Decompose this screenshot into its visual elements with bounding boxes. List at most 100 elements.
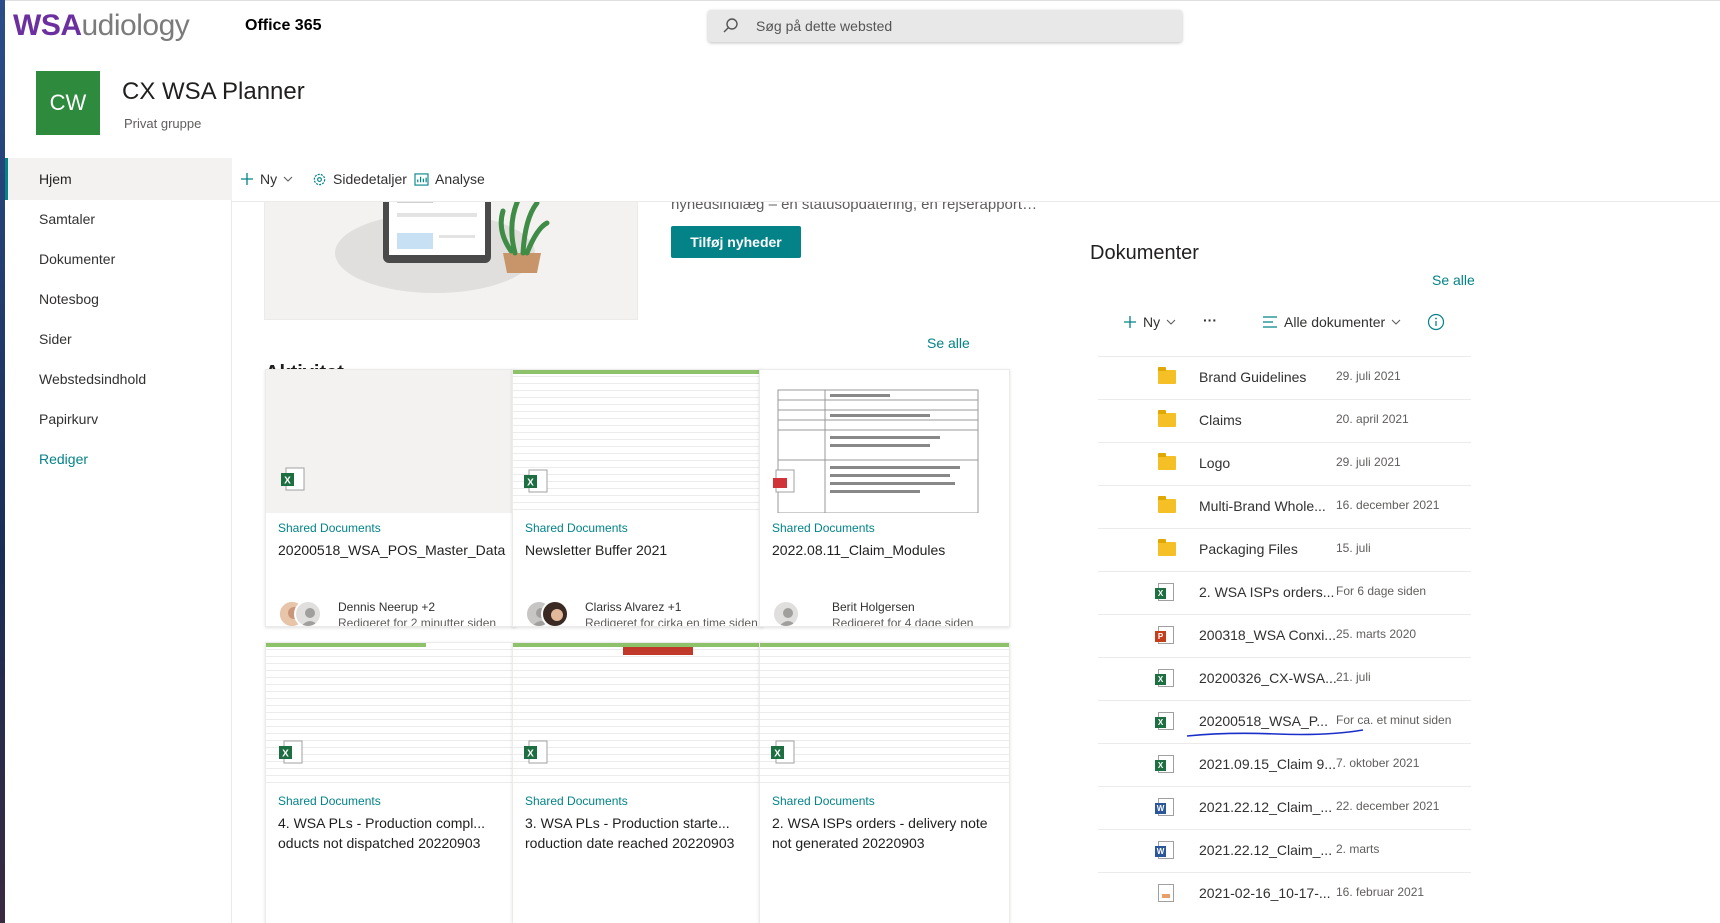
folder-icon — [1158, 453, 1176, 472]
chart-icon — [414, 172, 429, 186]
document-modified: 29. juli 2021 — [1336, 455, 1401, 469]
command-bar: Ny Sidedetaljer Analyse — [232, 158, 1720, 202]
document-row[interactable]: X 2021.09.15_Claim 9... 7. oktober 2021 — [1098, 743, 1471, 782]
view-selector-label: Alle dokumenter — [1284, 314, 1386, 330]
document-name[interactable]: 20200326_CX-WSA... — [1199, 670, 1337, 686]
site-title[interactable]: CX WSA Planner — [122, 78, 305, 106]
avatar — [772, 600, 800, 626]
page-details-button[interactable]: Sidedetaljer — [312, 171, 407, 187]
site-logo[interactable]: CW — [36, 71, 100, 135]
info-icon[interactable] — [1427, 313, 1445, 331]
document-name[interactable]: 2021.09.15_Claim 9... — [1199, 756, 1336, 772]
document-row[interactable]: W 2021.22.12_Claim_... 22. december 2021 — [1098, 786, 1471, 825]
document-name[interactable]: 2021.22.12_Claim_... — [1199, 799, 1332, 815]
activity-card[interactable]: X Shared Documents 20200518_WSA_POS_Mast… — [265, 369, 516, 627]
document-row[interactable]: W 2021.22.12_Claim_... 2. marts — [1098, 829, 1471, 868]
powerpoint-icon: P — [1155, 626, 1176, 644]
card-source[interactable]: Shared Documents — [525, 521, 628, 535]
document-name[interactable]: Brand Guidelines — [1199, 369, 1306, 385]
document-modified: 16. februar 2021 — [1336, 885, 1425, 899]
search-box[interactable]: Søg på dette websted — [708, 10, 1182, 42]
document-modified: 16. december 2021 — [1336, 498, 1440, 512]
document-name[interactable]: Packaging Files — [1199, 541, 1298, 557]
card-title[interactable]: Newsletter Buffer 2021 — [525, 542, 755, 558]
card-title[interactable]: 20200518_WSA_POS_Master_Data — [278, 542, 508, 558]
left-navigation: Hjem Samtaler Dokumenter Notesbog Sider … — [5, 158, 232, 923]
document-row[interactable]: 2021-02-16_10-17-... 16. februar 2021 — [1098, 872, 1471, 911]
more-options-button[interactable]: ··· — [1203, 312, 1217, 328]
document-name[interactable]: 200318_WSA Conxi... — [1199, 627, 1336, 643]
nav-item-recycle-bin[interactable]: Papirkurv — [5, 398, 232, 440]
add-news-button[interactable]: Tilføj nyheder — [671, 226, 801, 258]
document-modified: 21. juli — [1336, 670, 1371, 684]
card-source[interactable]: Shared Documents — [772, 794, 875, 808]
documents-title: Dokumenter — [1090, 242, 1199, 264]
document-name[interactable]: 2021-02-16_10-17-... — [1199, 885, 1331, 901]
documents-new-button[interactable]: Ny — [1123, 314, 1176, 330]
list-icon — [1263, 316, 1277, 328]
card-title[interactable]: 3. WSA PLs - Production starte... — [525, 815, 755, 831]
document-row[interactable]: Packaging Files 15. juli — [1098, 528, 1471, 567]
suite-bar: WSAudiology Office 365 Søg på dette webs… — [5, 0, 1720, 50]
office365-link[interactable]: Office 365 — [245, 17, 321, 35]
analytics-button[interactable]: Analyse — [414, 171, 485, 187]
document-name[interactable]: Claims — [1199, 412, 1242, 428]
document-name[interactable]: Multi-Brand Whole... — [1199, 498, 1326, 514]
document-row[interactable]: X 2. WSA ISPs orders... For 6 dage siden — [1098, 571, 1471, 610]
nav-edit-link[interactable]: Rediger — [5, 438, 232, 480]
tablet-plant-illustration — [335, 202, 550, 293]
new-button[interactable]: Ny — [240, 171, 293, 187]
document-name[interactable]: Logo — [1199, 455, 1230, 471]
svg-text:X: X — [774, 749, 781, 760]
folder-icon — [1158, 496, 1176, 515]
card-title-line2[interactable]: oducts not dispatched 20220903 — [278, 835, 508, 851]
document-modified: 22. december 2021 — [1336, 799, 1440, 813]
documents-see-all-link[interactable]: Se alle — [1432, 272, 1475, 288]
card-source[interactable]: Shared Documents — [525, 794, 628, 808]
activity-card[interactable]: X Shared Documents 4. WSA PLs - Producti… — [265, 642, 516, 923]
card-thumbnail: X — [266, 370, 515, 513]
document-row[interactable]: Multi-Brand Whole... 16. december 2021 — [1098, 485, 1471, 524]
nav-item-conversations[interactable]: Samtaler — [5, 198, 232, 240]
folder-icon — [1158, 367, 1176, 386]
avatar — [294, 600, 322, 626]
folder-icon — [1158, 410, 1176, 429]
nav-item-pages[interactable]: Sider — [5, 318, 232, 360]
nav-item-documents[interactable]: Dokumenter — [5, 238, 232, 280]
document-name[interactable]: 20200518_WSA_P... — [1199, 713, 1328, 729]
activity-card[interactable]: X Shared Documents Newsletter Buffer 202… — [512, 369, 763, 627]
activity-see-all-link[interactable]: Se alle — [927, 335, 970, 351]
activity-card[interactable]: Shared Documents 2022.08.11_Claim_Module… — [759, 369, 1010, 627]
card-title[interactable]: 2. WSA ISPs orders - delivery note — [772, 815, 1002, 831]
card-edited: Redigeret for cirka en time siden — [585, 616, 758, 627]
document-row[interactable]: Brand Guidelines 29. juli 2021 — [1098, 356, 1471, 395]
folder-icon — [1158, 539, 1176, 558]
new-button-label: Ny — [260, 171, 278, 187]
document-name[interactable]: 2021.22.12_Claim_... — [1199, 842, 1332, 858]
card-title[interactable]: 2022.08.11_Claim_Modules — [772, 542, 1002, 558]
card-author: Berit Holgersen — [832, 600, 915, 614]
nav-item-site-contents[interactable]: Webstedsindhold — [5, 358, 232, 400]
view-selector[interactable]: Alle dokumenter — [1262, 314, 1401, 330]
activity-card[interactable]: X Shared Documents 3. WSA PLs - Producti… — [512, 642, 763, 923]
document-row[interactable]: P 200318_WSA Conxi... 25. marts 2020 — [1098, 614, 1471, 653]
document-row[interactable]: Logo 29. juli 2021 — [1098, 442, 1471, 481]
nav-item-home[interactable]: Hjem — [5, 158, 232, 200]
document-row[interactable]: Claims 20. april 2021 — [1098, 399, 1471, 438]
document-row[interactable]: X 20200326_CX-WSA... 21. juli — [1098, 657, 1471, 696]
card-author: Clariss Alvarez +1 — [585, 600, 682, 614]
card-source[interactable]: Shared Documents — [772, 521, 875, 535]
card-source[interactable]: Shared Documents — [278, 521, 381, 535]
card-title[interactable]: 4. WSA PLs - Production compl... — [278, 815, 508, 831]
card-title-line2[interactable]: not generated 20220903 — [772, 835, 1002, 851]
nav-item-notebook[interactable]: Notesbog — [5, 278, 232, 320]
document-name[interactable]: 2. WSA ISPs orders... — [1199, 584, 1334, 600]
activity-card[interactable]: X Shared Documents 2. WSA ISPs orders - … — [759, 642, 1010, 923]
card-title-line2[interactable]: roduction date reached 20220903 — [525, 835, 755, 851]
excel-icon: X — [1155, 583, 1176, 601]
wsa-logo[interactable]: WSAudiology — [13, 9, 190, 43]
plus-icon — [241, 173, 253, 185]
card-source[interactable]: Shared Documents — [278, 794, 381, 808]
card-author: Dennis Neerup +2 — [338, 600, 436, 614]
document-modified: 20. april 2021 — [1336, 412, 1409, 426]
